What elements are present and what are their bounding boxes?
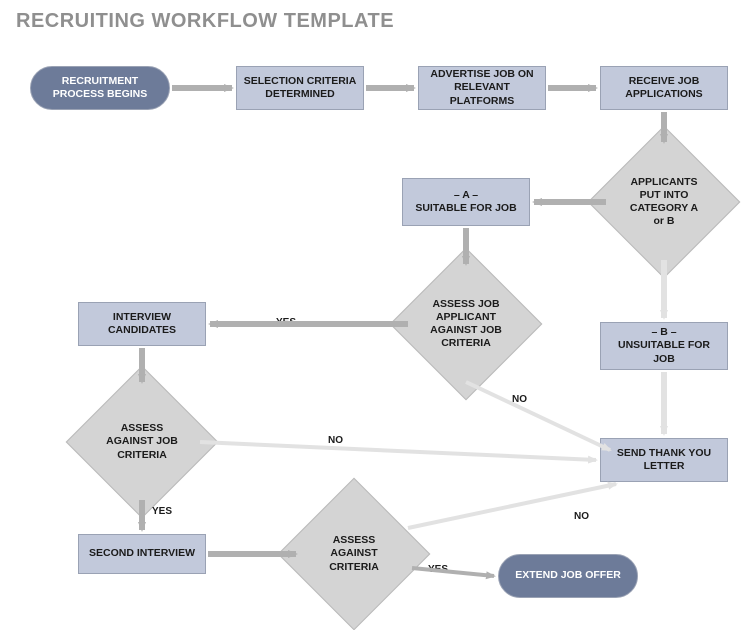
diagram-title: RECRUITING WORKFLOW TEMPLATE xyxy=(16,10,394,33)
node-advertise: ADVERTISE JOB ON RELEVANT PLATFORMS xyxy=(418,66,546,110)
node-assess-criteria-1: ASSESS AGAINST JOB CRITERIA xyxy=(88,388,196,496)
node-category-a: – A – SUITABLE FOR JOB xyxy=(402,178,530,226)
label-assess1-yes: YES xyxy=(276,317,296,328)
diagram-canvas: RECRUITING WORKFLOW TEMPLATE RECRUITMENT… xyxy=(0,0,756,612)
node-assess-applicant: ASSESS JOB APPLICANT AGAINST JOB CRITERI… xyxy=(412,270,520,378)
label-assess3-yes: YES xyxy=(428,564,448,575)
node-offer: EXTEND JOB OFFER xyxy=(498,554,638,598)
node-category-b: – B – UNSUITABLE FOR JOB xyxy=(600,322,728,370)
node-interview: INTERVIEW CANDIDATES xyxy=(78,302,206,346)
node-second-interview: SECOND INTERVIEW xyxy=(78,534,206,574)
node-thankyou: SEND THANK YOU LETTER xyxy=(600,438,728,482)
label-assess3-no: NO xyxy=(574,511,589,522)
node-categorize: APPLICANTS PUT INTO CATEGORY A or B xyxy=(610,148,718,256)
label-assess2-no: NO xyxy=(328,435,343,446)
label-assess1-no: NO xyxy=(512,394,527,405)
node-selection-criteria: SELECTION CRITERIA DETERMINED xyxy=(236,66,364,110)
label-assess2-yes: YES xyxy=(152,506,172,517)
node-start: RECRUITMENT PROCESS BEGINS xyxy=(30,66,170,110)
node-receive: RECEIVE JOB APPLICATIONS xyxy=(600,66,728,110)
node-assess-criteria-2: ASSESS AGAINST CRITERIA xyxy=(300,500,408,608)
